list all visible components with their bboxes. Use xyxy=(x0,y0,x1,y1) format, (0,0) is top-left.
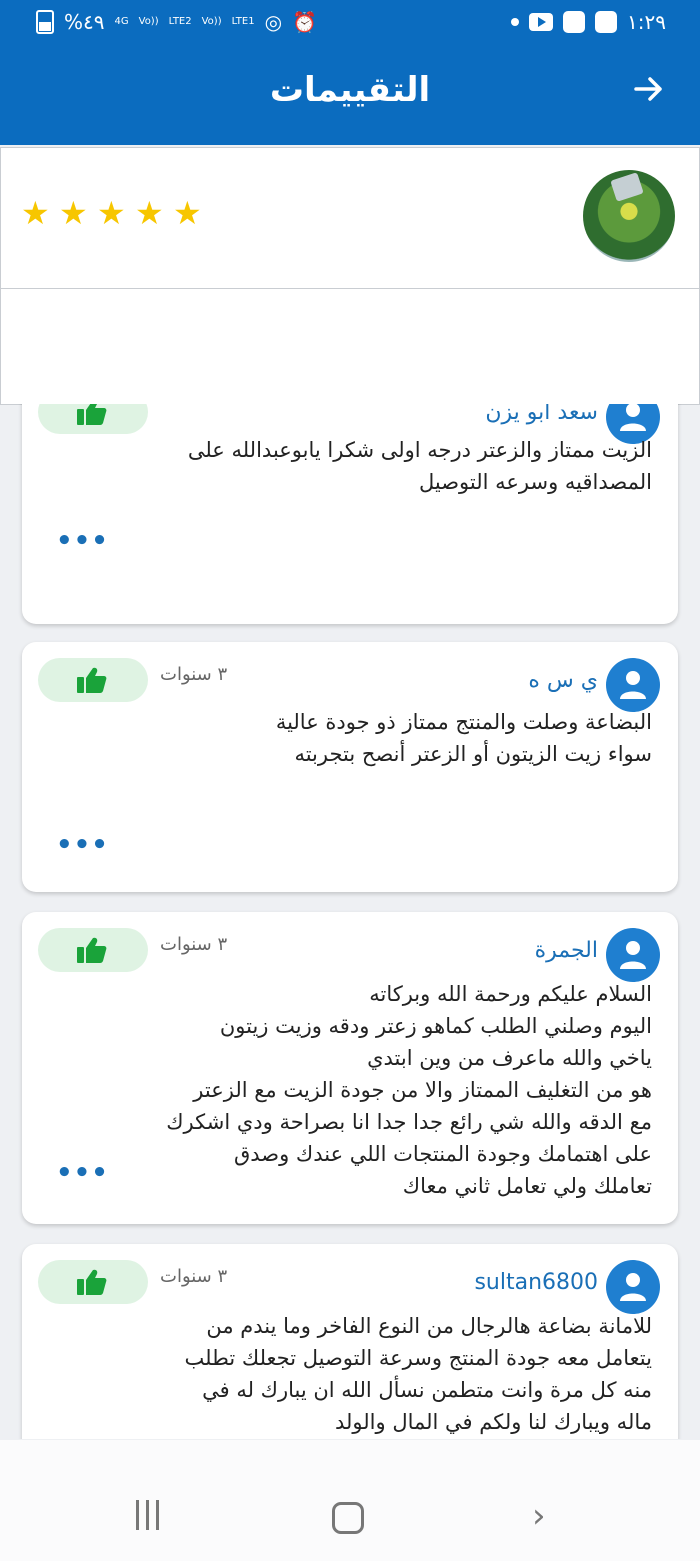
user-icon xyxy=(620,1273,646,1301)
chevron-right-icon[interactable]: › xyxy=(532,1499,546,1533)
star-icon: ★ xyxy=(173,194,202,232)
clock: ١:٢٩ xyxy=(627,10,666,34)
user-icon xyxy=(620,404,646,431)
product-image[interactable] xyxy=(583,170,675,262)
review-age: ٣ سنوات xyxy=(160,1266,228,1287)
user-icon xyxy=(620,671,646,699)
thumbs-up-icon xyxy=(77,1269,107,1295)
rating-stars: ★ ★ ★ ★ ★ xyxy=(21,194,203,232)
more-options-button[interactable]: ••• xyxy=(56,526,109,556)
star-icon: ★ xyxy=(135,194,164,232)
notification-dot-icon xyxy=(511,18,520,26)
like-button[interactable] xyxy=(38,404,148,434)
review-author: سعد أبو يزن xyxy=(485,404,598,425)
page-title: التقييمات xyxy=(269,70,431,110)
network-volte-1: Vo)) xyxy=(201,16,222,27)
review-age: ٣ سنوات xyxy=(160,664,228,685)
review-text: البضاعة وصلت والمنتج ممتاز ذو جودة عالية… xyxy=(275,710,652,766)
star-icon: ★ xyxy=(59,194,88,232)
review-card: sultan6800 ٣ سنوات للامانة بضاعة هالرجال… xyxy=(22,1244,678,1439)
reviews-list[interactable]: سعد أبو يزن الزيت ممتاز والزعتر درجه اول… xyxy=(0,404,700,1439)
youtube-icon xyxy=(529,13,554,31)
review-age: ٣ سنوات xyxy=(160,934,228,955)
like-button[interactable] xyxy=(38,928,148,972)
arrow-right-icon[interactable] xyxy=(632,72,666,106)
user-avatar xyxy=(606,928,660,982)
alarm-icon: ⏰ xyxy=(292,10,317,34)
user-avatar xyxy=(606,658,660,712)
review-text: للامانة بضاعة هالرجال من النوع الفاخر وم… xyxy=(184,1314,652,1434)
system-nav-bar: › xyxy=(0,1440,700,1561)
more-options-button[interactable]: ••• xyxy=(56,1158,109,1188)
user-icon xyxy=(620,941,646,969)
app-bar: التقييمات xyxy=(0,50,700,145)
star-icon: ★ xyxy=(97,194,126,232)
thumbs-up-icon xyxy=(77,404,107,425)
gallery-icon xyxy=(595,11,618,33)
battery-percent: %٤٩ xyxy=(64,10,105,34)
status-right: ١:٢٩ xyxy=(511,10,666,34)
review-author: الجمرة xyxy=(534,938,598,963)
user-avatar xyxy=(606,1260,660,1314)
status-left: %٤٩ 4G Vo)) LTE2 Vo)) LTE1 ◎ ⏰ xyxy=(36,10,317,34)
home-icon[interactable] xyxy=(332,1502,364,1534)
battery-icon xyxy=(36,10,54,34)
like-button[interactable] xyxy=(38,658,148,702)
review-text: السلام عليكم ورحمة الله وبركاته اليوم وص… xyxy=(166,982,652,1198)
review-author: sultan6800 xyxy=(474,1270,598,1295)
status-bar: %٤٩ 4G Vo)) LTE2 Vo)) LTE1 ◎ ⏰ ١:٢٩ xyxy=(0,0,700,50)
product-summary-card: ★ ★ ★ ★ ★ xyxy=(0,147,700,405)
hotspot-icon: ◎ xyxy=(264,10,283,34)
recent-apps-icon[interactable] xyxy=(136,1500,166,1530)
thumbs-up-icon xyxy=(77,937,107,963)
network-volte-2: Vo)) xyxy=(138,16,159,27)
review-author: ي س ه xyxy=(528,668,598,693)
like-button[interactable] xyxy=(38,1260,148,1304)
network-4g: 4G xyxy=(114,16,129,27)
thumbs-up-icon xyxy=(77,667,107,693)
divider xyxy=(1,288,699,289)
star-icon: ★ xyxy=(21,194,50,232)
network-lte1: LTE1 xyxy=(231,16,255,27)
review-text: الزيت ممتاز والزعتر درجه اولى شكرا يابوع… xyxy=(187,438,652,494)
review-card: ي س ه ٣ سنوات البضاعة وصلت والمنتج ممتاز… xyxy=(22,642,678,892)
app-notification-icon xyxy=(563,11,586,33)
review-card: سعد أبو يزن الزيت ممتاز والزعتر درجه اول… xyxy=(22,404,678,624)
more-options-button[interactable]: ••• xyxy=(56,830,109,860)
review-card: الجمرة ٣ سنوات السلام عليكم ورحمة الله و… xyxy=(22,912,678,1224)
network-lte2: LTE2 xyxy=(168,16,192,27)
